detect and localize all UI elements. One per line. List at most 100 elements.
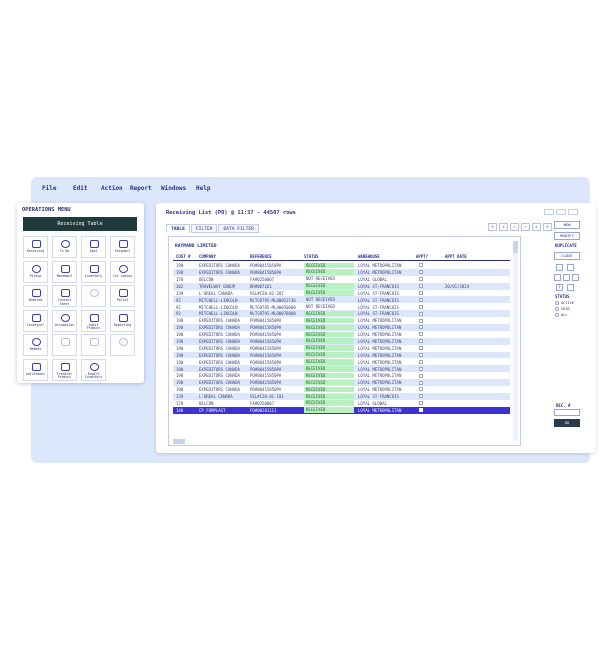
- refresh-icon[interactable]: [563, 274, 570, 281]
- appt-checkbox[interactable]: [419, 408, 423, 413]
- table-row[interactable]: 190 EXPEDITORS CANADA PO#80415850PA RECEIVE…: [173, 351, 510, 359]
- appt-checkbox[interactable]: [419, 325, 423, 330]
- appt-checkbox[interactable]: [419, 318, 423, 323]
- operation-tile[interactable]: Audit Product: [81, 309, 106, 332]
- table-row[interactable]: 170 DELCON FA#0250007 RECEIVED LOYAL GLOBAL: [173, 400, 510, 407]
- tab-data-filter[interactable]: DATA FILTER: [218, 224, 259, 233]
- column-header[interactable]: STATUS: [304, 254, 318, 259]
- status-radio-active[interactable]: ACTIVE: [555, 301, 574, 305]
- table-row[interactable]: 190 EXPEDITORS CANADA PO#80415850PA RECEIVE…: [173, 372, 510, 379]
- operation-tile[interactable]: Pallet: [110, 285, 135, 307]
- pager-button[interactable]: <: [488, 223, 497, 231]
- modify-button[interactable]: MODIFY: [554, 232, 580, 240]
- operation-tile[interactable]: Receiving: [23, 236, 48, 258]
- operation-tile[interactable]: Export Inventory: [81, 358, 106, 381]
- appt-checkbox[interactable]: [419, 304, 423, 309]
- column-header[interactable]: APPT?: [416, 254, 428, 259]
- table-row[interactable]: 190 EXPEDITORS CANADA PO#80415850PA RECEIVE…: [173, 268, 510, 276]
- table-row[interactable]: 139 L'OREAL CANADA VSL#CZ8-01-207 RECEIVED L…: [173, 290, 510, 297]
- menu-report[interactable]: Report: [130, 185, 152, 192]
- pager-button[interactable]: «: [499, 223, 508, 231]
- operation-tile[interactable]: Reporting: [110, 309, 135, 332]
- tab-filter[interactable]: FILTER: [190, 224, 218, 233]
- operation-tile[interactable]: Shipment: [110, 236, 135, 258]
- table-row[interactable]: 190 EXPEDITORS CANADA PO#80415850PA RECEIVE…: [173, 317, 510, 324]
- appt-checkbox[interactable]: [419, 394, 423, 399]
- table-row[interactable]: 190 EXPEDITORS CANADA PO#80415850PA RECEIVE…: [173, 379, 510, 387]
- menu-windows[interactable]: Windows: [161, 185, 186, 192]
- go-button[interactable]: GO: [554, 419, 580, 427]
- operation-tile[interactable]: Movement: [52, 260, 77, 283]
- table-row[interactable]: 139 L'OREAL CANADA VSL#CZ8-01-101 RECEIVED L…: [173, 392, 510, 400]
- help-button[interactable]: ?: [556, 284, 563, 291]
- pager-button[interactable]: »: [532, 223, 541, 231]
- table-row[interactable]: 190 EXPEDITORS CANADA PO#80415850PA RECEIVE…: [173, 262, 510, 269]
- operation-tile[interactable]: Wheeled: [23, 285, 48, 307]
- operation-tile[interactable]: To Do: [52, 236, 77, 258]
- appt-checkbox[interactable]: [419, 270, 423, 275]
- appt-checkbox[interactable]: [419, 359, 423, 364]
- table-row[interactable]: 190 EXPEDITORS CANADA PO#80415850PA RECEIVE…: [173, 365, 510, 373]
- vertical-scrollbar[interactable]: [513, 241, 518, 441]
- tab-table[interactable]: TABLE: [166, 224, 190, 233]
- table-row[interactable]: 170 DELCON FA#0250007 NOT RECEIVED LOYAL GLO…: [173, 276, 510, 283]
- table-row[interactable]: 190 EXPEDITORS CANADA PO#80415850PA RECEIVE…: [173, 345, 510, 352]
- operation-tile[interactable]: Inventory: [81, 260, 106, 283]
- menu-file[interactable]: File: [42, 185, 56, 192]
- pager-button[interactable]: ›: [521, 223, 530, 231]
- pager-button[interactable]: >: [543, 223, 552, 231]
- table-row[interactable]: 190 EXPEDITORS CANADA PO#80415850PA RECEIVE…: [173, 324, 510, 331]
- status-radio-all[interactable]: ALL: [555, 313, 568, 317]
- copy-icon[interactable]: [567, 264, 574, 271]
- table-row[interactable]: 190 EXPEDITORS CANADA PO#80415850PA RECEIVE…: [173, 386, 510, 393]
- table-row[interactable]: 190 EXPEDITORS CANADA PO#80415850PA RECEIVE…: [173, 331, 510, 338]
- table-row[interactable]: 102 TRAVELWAY GROUP BR#007261 RECEIVED LOYAL…: [173, 282, 510, 290]
- appt-checkbox[interactable]: [419, 346, 423, 351]
- appt-checkbox[interactable]: [419, 339, 423, 344]
- appt-checkbox[interactable]: [419, 373, 423, 378]
- table-row[interactable]: 92 MITCHELL-LINCOLN MLTG9795-MLOH050600 NOT…: [173, 303, 510, 310]
- new-button[interactable]: NEW: [554, 221, 580, 229]
- operation-tile[interactable]: Occupation: [52, 309, 77, 332]
- duplicate-label[interactable]: DUPLICATE: [555, 243, 577, 248]
- print-icon[interactable]: [567, 284, 574, 291]
- column-header[interactable]: CUST #: [176, 254, 190, 259]
- operation-tile[interactable]: Cnt Lookup: [110, 260, 135, 283]
- horizontal-scrollbar-thumb[interactable]: [173, 439, 185, 444]
- close-window-button[interactable]: [568, 209, 578, 215]
- appt-checkbox[interactable]: [419, 401, 423, 406]
- rec-number-input[interactable]: [554, 409, 580, 416]
- operation-tile[interactable]: Adjustment: [23, 358, 48, 381]
- operation-tile[interactable]: [52, 334, 77, 356]
- column-header[interactable]: APPT DATE: [445, 254, 467, 259]
- table-row[interactable]: 190 EXPEDITORS CANADA PO#80415850PA RECEIVE…: [173, 337, 510, 345]
- appt-checkbox[interactable]: [419, 277, 423, 282]
- check-icon[interactable]: [572, 274, 579, 281]
- minimize-button[interactable]: [544, 209, 554, 215]
- scrollbar-thumb[interactable]: [513, 241, 518, 253]
- operation-tile[interactable]: Transfer Product: [52, 358, 77, 381]
- appt-checkbox[interactable]: [419, 366, 423, 371]
- operation-tile[interactable]: Contact Sheet: [52, 285, 77, 307]
- pager-button[interactable]: ‹: [510, 223, 519, 231]
- appt-checkbox[interactable]: [419, 352, 423, 357]
- appt-checkbox[interactable]: [419, 332, 423, 337]
- appt-checkbox[interactable]: [419, 263, 423, 268]
- receiving-table-button[interactable]: Receiving Table: [23, 217, 137, 231]
- close-button[interactable]: CLOSE: [554, 252, 580, 260]
- appt-checkbox[interactable]: [419, 387, 423, 392]
- column-header[interactable]: WAREHOUSE: [358, 254, 380, 259]
- appt-checkbox[interactable]: [419, 311, 423, 316]
- maximize-button[interactable]: [556, 209, 566, 215]
- table-row[interactable]: 92 MITCHELL-LINCOLN MLTG9795-MLOH052736 NOT…: [173, 296, 510, 304]
- appt-checkbox[interactable]: [419, 284, 423, 289]
- menu-edit[interactable]: Edit: [73, 185, 87, 192]
- status-radio-void[interactable]: VOID: [555, 307, 570, 311]
- appt-checkbox[interactable]: [419, 380, 423, 385]
- menu-help[interactable]: Help: [196, 185, 210, 192]
- operation-tile[interactable]: Pickup: [23, 260, 48, 283]
- operation-tile[interactable]: Appt: [81, 236, 106, 258]
- table-row[interactable]: 92 MITCHELL-LINCOLN MLTG9795-MLOH078000 REC…: [173, 310, 510, 318]
- table-row[interactable]: 190 EXPEDITORS CANADA PO#80415850PA RECEIVE…: [173, 358, 510, 365]
- menu-action[interactable]: Action: [101, 185, 123, 192]
